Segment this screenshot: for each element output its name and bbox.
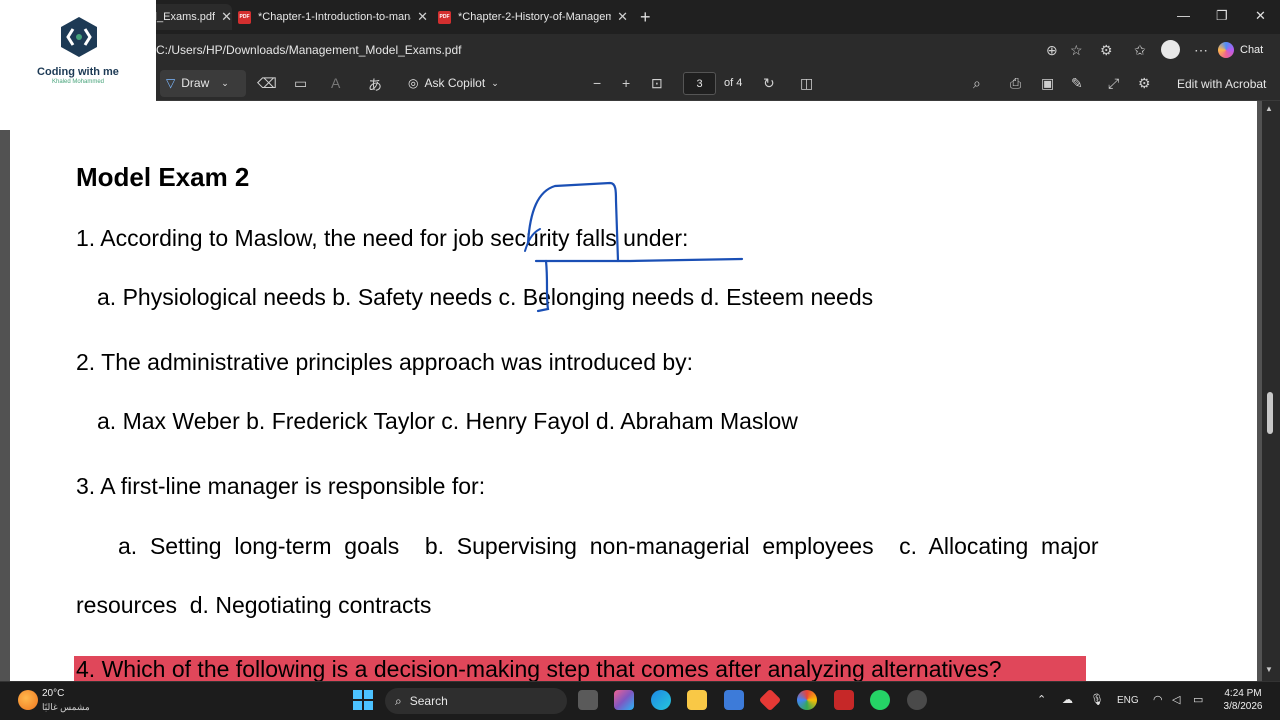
tab-chapter-1[interactable]: PDF *Chapter-1-Introduction-to-managemen…	[238, 4, 428, 30]
tab-label: *Chapter-2-History-of-Management.pdf	[458, 11, 612, 23]
draw-button[interactable]: ▽ Draw ⌄	[166, 76, 229, 90]
volume-icon[interactable]: ◁	[1172, 693, 1180, 706]
page-number-input[interactable]: 3	[683, 72, 716, 95]
copilot-icon	[1218, 42, 1234, 58]
search-label: Search	[409, 694, 448, 708]
mcafee-icon[interactable]	[834, 690, 854, 710]
edge-browser-icon[interactable]	[651, 690, 671, 710]
extensions-icon[interactable]: ⚙	[1100, 42, 1113, 59]
ink-stroke	[536, 259, 550, 313]
ask-copilot-label: Ask Copilot	[424, 76, 486, 90]
pdf-page: Model Exam 2 1. According to Maslow, the…	[10, 101, 1257, 681]
chat-label: Chat	[1240, 44, 1264, 56]
clock-date: 3/8/2026	[1223, 701, 1263, 712]
ink-stroke	[526, 181, 620, 263]
copilot-app-icon[interactable]	[614, 690, 634, 710]
whatsapp-icon[interactable]	[870, 690, 890, 710]
fullscreen-icon[interactable]: ⤢	[1108, 75, 1119, 92]
code-brackets-icon	[61, 17, 97, 57]
chevron-down-icon: ⌄	[221, 77, 229, 88]
close-window-icon[interactable]: ✕	[1255, 8, 1266, 24]
tab-label: Management_Model_Exams.pdf	[150, 11, 216, 23]
two-page-icon[interactable]: ◫	[800, 75, 813, 92]
language-indicator[interactable]: ENG	[1117, 695, 1139, 706]
pen-icon: ▽	[166, 76, 176, 90]
text-icon[interactable]: A	[331, 75, 340, 91]
favorites-icon[interactable]: ✩	[1134, 42, 1146, 59]
print-icon[interactable]: ⎙	[1010, 75, 1021, 92]
scroll-down-icon[interactable]: ▼	[1265, 665, 1273, 674]
favorite-star-icon[interactable]: ☆	[1070, 42, 1083, 59]
save-as-icon[interactable]: ✎	[1071, 75, 1083, 92]
file-explorer-icon[interactable]	[687, 690, 707, 710]
channel-logo: Coding with me Khaled Mohammed	[0, 0, 156, 130]
close-tab-icon[interactable]: ✕	[221, 9, 232, 25]
document-viewport: Model Exam 2 1. According to Maslow, the…	[0, 101, 1280, 681]
weather-description[interactable]: مشمس غالبًا	[42, 702, 90, 713]
ink-stroke	[534, 257, 744, 263]
draw-label: Draw	[181, 76, 210, 90]
windows-start-icon[interactable]	[353, 690, 373, 710]
logo-subtitle: Khaled Mohammed	[51, 79, 105, 85]
chevron-down-icon: ⌄	[491, 77, 499, 88]
edit-with-acrobat-button[interactable]: Edit with Acrobat	[1177, 77, 1266, 91]
address-bar: C:/Users/HP/Downloads/Management_Model_E…	[0, 34, 1280, 66]
close-tab-icon[interactable]: ✕	[617, 9, 628, 25]
tab-management-model-exams[interactable]: Management_Model_Exams.pdf ✕	[150, 4, 232, 30]
page-view-icon[interactable]: ▭	[294, 75, 307, 92]
logo-title: Coding with me	[37, 66, 119, 78]
microphone-icon[interactable]: 🎙	[1090, 693, 1104, 706]
zoom-out-icon[interactable]: −	[593, 75, 601, 91]
taskbar-search[interactable]: ⌕ Search	[385, 688, 567, 714]
copilot-chat-button[interactable]: Chat	[1218, 40, 1263, 60]
fit-page-icon[interactable]: ⊡	[651, 75, 663, 92]
ask-copilot-button[interactable]: ◎ Ask Copilot ⌄	[408, 76, 499, 90]
show-hidden-icons-chevron-icon[interactable]: ⌃	[1037, 693, 1046, 706]
search-icon[interactable]: ⌕	[973, 75, 981, 92]
system-clock[interactable]: 4:24 PM 3/8/2026	[1218, 687, 1268, 713]
weather-sun-icon[interactable]	[18, 690, 38, 710]
url-field[interactable]: C:/Users/HP/Downloads/Management_Model_E…	[156, 43, 461, 57]
save-icon[interactable]: ▣	[1041, 75, 1054, 92]
more-options-icon[interactable]: ⋯	[1194, 42, 1208, 59]
clock-time: 4:24 PM	[1224, 688, 1262, 699]
zoom-icon[interactable]: ⊕	[1046, 42, 1058, 59]
scroll-thumb[interactable]	[1267, 392, 1273, 434]
settings-icon[interactable]: ⚙	[1138, 75, 1151, 92]
zoom-in-icon[interactable]: +	[622, 75, 630, 91]
chrome-icon[interactable]	[797, 690, 817, 710]
tab-bar: Management_Model_Exams.pdf ✕ PDF *Chapte…	[0, 0, 1280, 34]
eraser-icon[interactable]: ⌫	[257, 75, 277, 92]
battery-icon[interactable]: ▭	[1193, 693, 1203, 706]
weather-temperature[interactable]: 20°C	[42, 688, 64, 699]
vertical-scrollbar[interactable]	[1262, 101, 1280, 681]
tab-label: *Chapter-1-Introduction-to-management.pd…	[258, 11, 411, 23]
minimize-icon[interactable]: —	[1177, 8, 1190, 23]
ink-annotation	[524, 181, 744, 313]
settings-app-icon[interactable]	[907, 690, 927, 710]
pdf-icon: PDF	[438, 10, 451, 24]
rotate-icon[interactable]: ↻	[763, 75, 775, 92]
close-tab-icon[interactable]: ✕	[417, 9, 428, 25]
profile-avatar[interactable]	[1161, 40, 1180, 59]
restore-icon[interactable]: ❐	[1216, 8, 1228, 24]
read-aloud-icon[interactable]: あ	[368, 75, 382, 95]
search-icon: ⌕	[395, 693, 402, 708]
microsoft-store-icon[interactable]	[724, 690, 744, 710]
pdf-icon: PDF	[238, 10, 251, 24]
tab-chapter-2[interactable]: PDF *Chapter-2-History-of-Management.pdf…	[438, 4, 628, 30]
copilot-icon: ◎	[408, 76, 419, 90]
scroll-up-icon[interactable]: ▲	[1265, 104, 1273, 113]
wifi-icon[interactable]: ◠	[1153, 693, 1163, 706]
taskbar	[0, 681, 1280, 720]
new-tab-button[interactable]: +	[640, 7, 651, 28]
task-view-icon[interactable]	[578, 690, 598, 710]
page-total: of 4	[724, 77, 743, 89]
cloud-icon[interactable]: ☁	[1062, 693, 1073, 706]
